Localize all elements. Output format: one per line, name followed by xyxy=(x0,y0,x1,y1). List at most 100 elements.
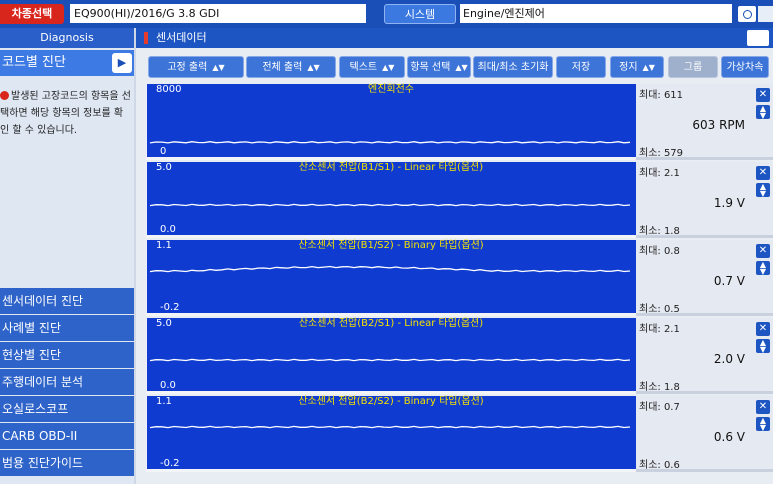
y-min-label: 0 xyxy=(160,146,167,157)
min-value: 최소: 1.8 xyxy=(639,226,680,237)
max-value: 최대: 611 xyxy=(639,90,684,101)
sidebar-menu: 센서데이터 진단 사례별 진단 현상별 진단 주행데이터 분석 오실로스코프 C… xyxy=(0,288,134,477)
close-icon[interactable]: ✕ xyxy=(756,244,770,258)
vehicle-select-button[interactable]: 차종선택 xyxy=(0,4,64,24)
current-value: 603 RPM xyxy=(692,118,745,132)
chevron-right-icon[interactable]: ▶ xyxy=(112,53,132,73)
channel-stats: 최대: 611 603 RPM 최소: 579 ✕ ▲ ▼ xyxy=(636,84,773,160)
y-min-label: 0.0 xyxy=(160,224,176,235)
dropdown-icon: ▲▼ xyxy=(307,63,320,72)
system-field: Engine/엔진제어 xyxy=(460,4,732,23)
signal-line xyxy=(149,141,631,144)
plot-area: 1.1 -0.2 산소센서 전압(B2/S2) - Binary 타입(옵션) xyxy=(146,396,636,472)
top-bar: 차종선택 EQ900(HI)/2016/G 3.8 GDI 시스템 Engine… xyxy=(0,0,773,28)
plot-area: 1.1 -0.2 산소센서 전압(B1/S2) - Binary 타입(옵션) xyxy=(146,240,636,316)
channel-engine-rpm: 8000 0 엔진회전수 최대: 611 603 RPM 최소: 579 ✕ ▲… xyxy=(146,84,773,160)
channel-stats: 최대: 0.7 0.6 V 최소: 0.6 ✕ ▲ ▼ xyxy=(636,396,773,472)
camera-icon[interactable] xyxy=(738,6,756,22)
group-button[interactable]: 그룹 xyxy=(668,56,718,78)
current-value: 2.0 V xyxy=(713,352,745,366)
sidebar-item-symptom[interactable]: 현상별 진단 xyxy=(0,342,134,368)
stop-button[interactable]: 정지 ▲▼ xyxy=(610,56,664,78)
current-value: 0.6 V xyxy=(713,430,745,444)
channel-title: 엔진회전수 xyxy=(368,84,414,95)
reorder-icon[interactable]: ▲ ▼ xyxy=(756,183,770,198)
signal-line xyxy=(149,265,631,273)
channel-title: 산소센서 전압(B2/S1) - Linear 타입(옵션) xyxy=(298,318,484,329)
sidebar-item-oscilloscope[interactable]: 오실로스코프 xyxy=(0,396,134,422)
channel-o2-b2s2: 1.1 -0.2 산소센서 전압(B2/S2) - Binary 타입(옵션) … xyxy=(146,396,773,472)
dropdown-icon: ▲▼ xyxy=(382,63,395,72)
save-button[interactable]: 저장 xyxy=(556,56,606,78)
help-text-content: 발생된 고장코드의 항목을 선택하면 해당 항목의 정보를 확인 할 수 있습니… xyxy=(0,91,131,136)
channel-stats: 최대: 2.1 2.0 V 최소: 1.8 ✕ ▲ ▼ xyxy=(636,318,773,394)
current-value: 0.7 V xyxy=(713,274,745,288)
text-label: 텍스트 xyxy=(349,62,378,73)
vehicle-field: EQ900(HI)/2016/G 3.8 GDI xyxy=(70,4,366,23)
max-value: 최대: 0.7 xyxy=(639,402,680,413)
fixed-output-button[interactable]: 고정 출력 ▲▼ xyxy=(148,56,244,78)
close-icon[interactable]: ✕ xyxy=(756,322,770,336)
channel-o2-b1s1: 5.0 0.0 산소센서 전압(B1/S1) - Linear 타입(옵션) 최… xyxy=(146,162,773,238)
plot-area: 5.0 0.0 산소센서 전압(B2/S1) - Linear 타입(옵션) xyxy=(146,318,636,394)
item-select-button[interactable]: 항목 선택 ▲▼ xyxy=(407,56,471,78)
all-output-label: 전체 출력 xyxy=(262,62,303,73)
channel-title: 산소센서 전압(B2/S2) - Binary 타입(옵션) xyxy=(298,396,484,407)
sensor-data-panel: 센서데이터 고정 출력 ▲▼ 전체 출력 ▲▼ 텍스트 ▲▼ 항목 선택 ▲▼ 최대/최… xyxy=(136,28,773,484)
signal-line xyxy=(149,425,631,429)
close-icon[interactable]: ✕ xyxy=(756,400,770,414)
all-output-button[interactable]: 전체 출력 ▲▼ xyxy=(246,56,336,78)
code-diagnosis-label: 코드별 진단 xyxy=(2,55,66,70)
dropdown-icon: ▲▼ xyxy=(455,63,468,72)
sidebar-title: Diagnosis xyxy=(0,28,134,48)
max-value: 최대: 2.1 xyxy=(639,168,680,179)
y-min-label: -0.2 xyxy=(160,458,180,469)
plot-area: 5.0 0.0 산소센서 전압(B1/S1) - Linear 타입(옵션) xyxy=(146,162,636,238)
reorder-icon[interactable]: ▲ ▼ xyxy=(756,261,770,276)
max-value: 최대: 2.1 xyxy=(639,324,680,335)
setup-icon[interactable] xyxy=(747,30,769,46)
dropdown-icon: ▲▼ xyxy=(642,63,655,72)
reorder-icon[interactable]: ▲ ▼ xyxy=(756,339,770,354)
min-value: 최소: 0.6 xyxy=(639,460,680,471)
channel-o2-b2s1: 5.0 0.0 산소센서 전압(B2/S1) - Linear 타입(옵션) 최… xyxy=(146,318,773,394)
help-text: 발생된 고장코드의 항목을 선택하면 해당 항목의 정보를 확인 할 수 있습니… xyxy=(0,88,132,139)
extra-icon[interactable] xyxy=(758,6,773,22)
signal-line xyxy=(149,203,631,207)
channel-title: 산소센서 전압(B1/S2) - Binary 타입(옵션) xyxy=(298,240,484,251)
channel-o2-b1s2: 1.1 -0.2 산소센서 전압(B1/S2) - Binary 타입(옵션) … xyxy=(146,240,773,316)
panel-title: 센서데이터 xyxy=(136,28,773,48)
sidebar-item-case[interactable]: 사례별 진단 xyxy=(0,315,134,341)
code-diagnosis-button[interactable]: 코드별 진단 ▶ xyxy=(0,50,134,76)
text-button[interactable]: 텍스트 ▲▼ xyxy=(339,56,405,78)
alert-icon xyxy=(0,91,9,100)
y-min-label: -0.2 xyxy=(160,302,180,313)
close-icon[interactable]: ✕ xyxy=(756,166,770,180)
sidebar-item-sensor-data[interactable]: 센서데이터 진단 xyxy=(0,288,134,314)
stop-label: 정지 xyxy=(619,62,638,73)
reorder-icon[interactable]: ▲ ▼ xyxy=(756,105,770,120)
max-value: 최대: 0.8 xyxy=(639,246,680,257)
toolbar: 고정 출력 ▲▼ 전체 출력 ▲▼ 텍스트 ▲▼ 항목 선택 ▲▼ 최대/최소 초기화 … xyxy=(136,52,773,82)
dropdown-icon: ▲▼ xyxy=(212,63,225,72)
sidebar-item-general-guide[interactable]: 범용 진단가이드 xyxy=(0,450,134,476)
sidebar-item-carb-obd[interactable]: CARB OBD-II xyxy=(0,423,134,449)
min-value: 최소: 579 xyxy=(639,148,684,159)
close-icon[interactable]: ✕ xyxy=(756,88,770,102)
channel-title: 산소센서 전압(B1/S1) - Linear 타입(옵션) xyxy=(298,162,484,173)
signal-line xyxy=(149,358,631,362)
fixed-output-label: 고정 출력 xyxy=(167,62,208,73)
item-select-label: 항목 선택 xyxy=(410,62,451,73)
channel-stats: 최대: 2.1 1.9 V 최소: 1.8 ✕ ▲ ▼ xyxy=(636,162,773,238)
sidebar: Diagnosis 코드별 진단 ▶ 발생된 고장코드의 항목을 선택하면 해당… xyxy=(0,28,134,484)
sidebar-item-driving-data[interactable]: 주행데이터 분석 xyxy=(0,369,134,395)
min-value: 최소: 1.8 xyxy=(639,382,680,393)
min-value: 최소: 0.5 xyxy=(639,304,680,315)
channel-stats: 최대: 0.8 0.7 V 최소: 0.5 ✕ ▲ ▼ xyxy=(636,240,773,316)
reorder-icon[interactable]: ▲ ▼ xyxy=(756,417,770,432)
y-min-label: 0.0 xyxy=(160,380,176,391)
virtual-speed-button[interactable]: 가상차속 xyxy=(721,56,769,78)
reset-minmax-button[interactable]: 최대/최소 초기화 xyxy=(473,56,553,78)
system-button[interactable]: 시스템 xyxy=(384,4,456,24)
current-value: 1.9 V xyxy=(713,196,745,210)
